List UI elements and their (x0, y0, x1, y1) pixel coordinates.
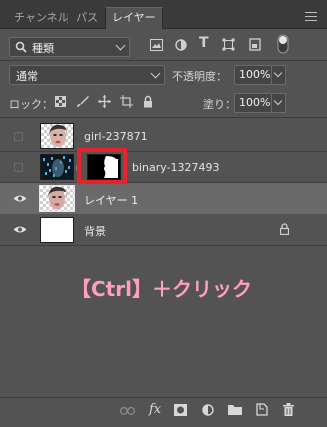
chevron-down-icon (150, 68, 161, 79)
layer-thumbnail[interactable] (40, 123, 74, 149)
binary-code-image (43, 156, 71, 177)
lock-position-icon[interactable] (98, 95, 111, 108)
new-group-icon[interactable] (228, 404, 242, 415)
layer-name[interactable]: girl-237871 (84, 130, 148, 143)
tab-layers[interactable]: レイヤー (105, 7, 163, 29)
fill-input[interactable]: 100% (234, 93, 272, 113)
filter-kind-dropdown[interactable]: 種類 (9, 37, 130, 57)
layer-thumbnail[interactable] (39, 185, 75, 212)
tab-paths[interactable]: パス (70, 8, 104, 28)
lock-image-pixels-icon[interactable] (76, 95, 89, 108)
panel-tab-bar: チャンネル パス レイヤー (0, 0, 327, 29)
tab-separator (67, 13, 68, 24)
adjustment-layer-icon[interactable] (202, 404, 214, 416)
link-layers-icon[interactable] (120, 407, 135, 415)
opacity-label: 不透明度： (172, 70, 227, 83)
visibility-off-box[interactable] (14, 132, 23, 141)
panel-menu-icon[interactable] (305, 12, 317, 21)
chevron-down-icon (115, 40, 126, 51)
fill-label: 塗り： (203, 98, 236, 111)
girl-portrait-image (49, 124, 67, 147)
layer-row[interactable]: binary-1327493 (0, 152, 327, 183)
layer-row-selected[interactable]: レイヤー 1 (0, 183, 327, 214)
type-filter-icon[interactable]: T (199, 35, 209, 51)
blend-mode-label: 通常 (16, 70, 38, 83)
lock-label: ロック： (9, 98, 53, 111)
layer-name[interactable]: レイヤー 1 (84, 192, 138, 208)
lock-artboard-icon[interactable] (120, 95, 133, 108)
layer-row[interactable]: 背景 (0, 214, 327, 246)
fx-icon[interactable]: fx (149, 402, 161, 417)
delete-icon[interactable] (283, 403, 294, 416)
lock-icon (280, 223, 289, 235)
mask-highlight-frame (77, 148, 127, 184)
blend-mode-dropdown[interactable]: 通常 (9, 65, 165, 85)
layers-footer (0, 397, 327, 427)
visibility-off-box[interactable] (14, 163, 23, 172)
layer-thumbnail[interactable] (40, 154, 74, 180)
add-mask-icon[interactable] (174, 404, 187, 416)
opacity-chevron-icon[interactable] (272, 65, 286, 85)
fill-chevron-icon[interactable] (272, 93, 286, 113)
lock-all-icon[interactable] (143, 95, 153, 108)
filter-kind-label: 種類 (32, 42, 54, 55)
lock-transparent-pixels-icon[interactable] (55, 96, 66, 107)
annotation-text: 【Ctrl】＋クリック (71, 277, 252, 301)
tab-channels[interactable]: チャンネル (8, 8, 75, 28)
layer-name[interactable]: 背景 (84, 223, 106, 239)
layer-list: girl-237871 binary-1327493 レイヤー 1 背景 【Ct… (0, 118, 327, 398)
opacity-input[interactable]: 100% (234, 65, 272, 85)
search-icon (15, 41, 27, 53)
shape-filter-icon[interactable] (222, 38, 235, 51)
girl-portrait-image (48, 186, 67, 210)
eye-icon[interactable] (13, 225, 27, 234)
layer-row[interactable]: girl-237871 (0, 121, 327, 152)
eye-icon[interactable] (13, 194, 27, 203)
image-filter-icon[interactable] (150, 39, 163, 51)
new-layer-icon[interactable] (256, 403, 268, 416)
smart-object-filter-icon[interactable] (249, 38, 261, 51)
layer-name[interactable]: binary-1327493 (132, 161, 220, 174)
layer-visibility-toggle[interactable] (0, 152, 34, 182)
layer-thumbnail[interactable] (40, 217, 74, 243)
adjustment-filter-icon[interactable] (175, 39, 187, 51)
filter-toggle-icon[interactable] (277, 34, 289, 54)
layer-visibility-toggle[interactable] (0, 121, 34, 151)
